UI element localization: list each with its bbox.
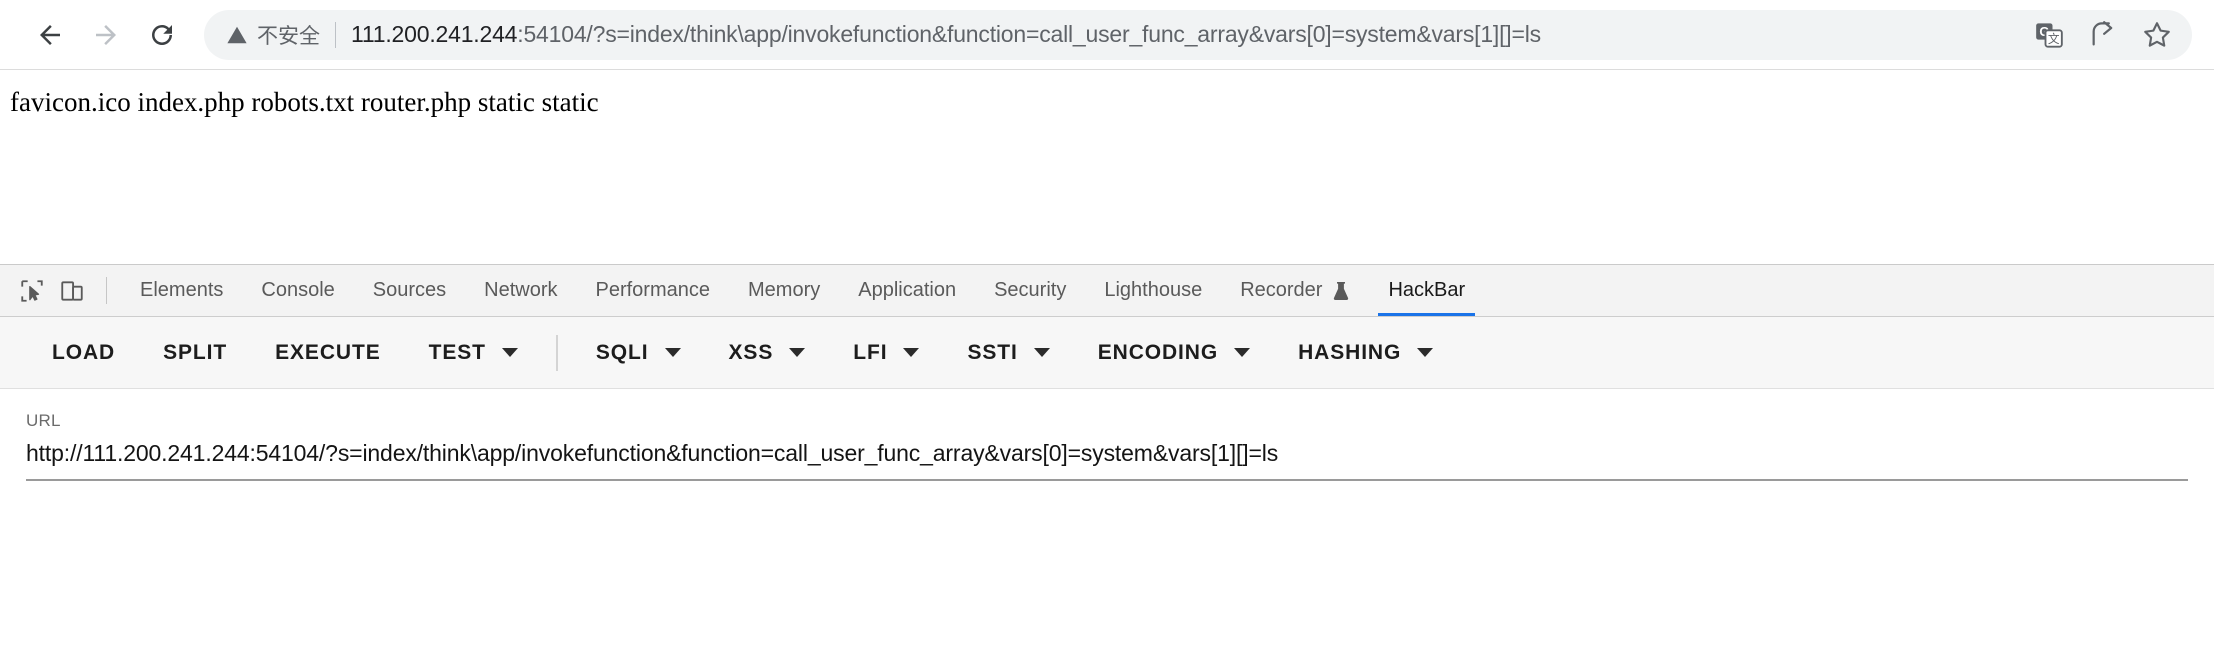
experimental-flask-icon: [1332, 281, 1350, 301]
hackbar-test-menu[interactable]: TEST: [405, 317, 542, 388]
tab-label: Recorder: [1240, 279, 1323, 301]
hackbar-panel: LOAD SPLIT EXECUTE TEST SQLI XSS LFI SST…: [0, 317, 2214, 650]
arrow-left-icon: [40, 24, 60, 45]
chevron-down-icon: [501, 348, 518, 357]
chevron-down-icon: [1033, 348, 1050, 357]
page-body-text: favicon.ico index.php robots.txt router.…: [10, 87, 599, 117]
hackbar-sqli-menu[interactable]: SQLI: [572, 317, 705, 388]
button-label: LOAD: [52, 340, 116, 364]
devtools-tabbar: Elements Console Sources Network Perform…: [0, 265, 2214, 317]
tab-label: Memory: [748, 279, 821, 301]
button-label: SQLI: [595, 340, 649, 364]
devtools-panel: Elements Console Sources Network Perform…: [0, 264, 2214, 650]
translate-icon[interactable]: G 文: [2026, 12, 2072, 58]
chevron-down-icon: [664, 348, 681, 357]
tab-lighthouse[interactable]: Lighthouse: [1085, 265, 1221, 316]
hackbar-split-button[interactable]: SPLIT: [139, 317, 251, 388]
tab-elements[interactable]: Elements: [121, 265, 242, 316]
tab-label: Console: [261, 279, 335, 301]
tab-security[interactable]: Security: [975, 265, 1085, 316]
url-input[interactable]: http://111.200.241.244:54104/?s=index/th…: [26, 440, 2188, 481]
tab-label: Sources: [372, 279, 447, 301]
tab-label: Security: [994, 279, 1067, 301]
button-label: SSTI: [967, 340, 1018, 364]
browser-toolbar: 不安全 111.200.241.244:54104/?s=index/think…: [0, 0, 2214, 70]
devtools-tabbar-divider: [106, 277, 107, 304]
inspect-element-icon[interactable]: [12, 265, 52, 316]
svg-text:文: 文: [2048, 32, 2060, 46]
omnibox-url-rest: :54104/?s=index/think\app/invokefunction…: [517, 21, 1541, 47]
tab-label: Lighthouse: [1104, 279, 1203, 301]
hackbar-toolbar: LOAD SPLIT EXECUTE TEST SQLI XSS LFI SST…: [0, 317, 2214, 389]
tab-label: Network: [484, 279, 558, 301]
button-label: LFI: [853, 340, 888, 364]
tab-hackbar[interactable]: HackBar: [1369, 265, 1484, 316]
button-label: TEST: [428, 340, 486, 364]
tab-label: HackBar: [1388, 279, 1466, 301]
omnibox-url-text[interactable]: 111.200.241.244:54104/?s=index/think\app…: [351, 21, 2018, 48]
omnibox-divider: [335, 21, 336, 48]
tab-performance[interactable]: Performance: [577, 265, 730, 316]
device-toolbar-icon[interactable]: [52, 265, 92, 316]
hackbar-lfi-menu[interactable]: LFI: [829, 317, 943, 388]
hackbar-body: URL http://111.200.241.244:54104/?s=inde…: [0, 389, 2214, 650]
security-label: 不安全: [257, 24, 320, 48]
chevron-down-icon: [1234, 348, 1251, 357]
tab-console[interactable]: Console: [242, 265, 353, 316]
hackbar-ssti-menu[interactable]: SSTI: [943, 317, 1073, 388]
bookmark-star-icon[interactable]: [2134, 12, 2180, 58]
warning-triangle-icon: [226, 24, 248, 46]
tab-label: Application: [858, 279, 957, 301]
hackbar-hashing-menu[interactable]: HASHING: [1274, 317, 1457, 388]
omnibox-url-host: 111.200.241.244: [351, 21, 518, 47]
security-indicator[interactable]: 不安全: [226, 20, 320, 50]
chevron-down-icon: [1417, 348, 1434, 357]
button-label: XSS: [728, 340, 774, 364]
share-icon[interactable]: [2080, 12, 2126, 58]
hackbar-encoding-menu[interactable]: ENCODING: [1074, 317, 1274, 388]
tab-label: Performance: [595, 279, 711, 301]
chevron-down-icon: [903, 348, 920, 357]
tab-network[interactable]: Network: [465, 265, 576, 316]
hackbar-load-button[interactable]: LOAD: [28, 317, 139, 388]
tab-memory[interactable]: Memory: [729, 265, 839, 316]
reload-button[interactable]: [134, 7, 190, 63]
back-button[interactable]: [22, 7, 78, 63]
button-label: EXECUTE: [275, 340, 381, 364]
tab-recorder[interactable]: Recorder: [1221, 265, 1369, 316]
tab-label: Elements: [140, 279, 224, 301]
button-label: ENCODING: [1097, 340, 1219, 364]
hackbar-xss-menu[interactable]: XSS: [705, 317, 830, 388]
tab-sources[interactable]: Sources: [354, 265, 465, 316]
chevron-down-icon: [789, 348, 806, 357]
arrow-right-icon: [96, 24, 116, 45]
forward-button[interactable]: [78, 7, 134, 63]
hackbar-toolbar-divider: [555, 334, 558, 371]
reload-icon: [152, 24, 172, 45]
button-label: SPLIT: [163, 340, 228, 364]
hackbar-execute-button[interactable]: EXECUTE: [251, 317, 405, 388]
tab-application[interactable]: Application: [839, 265, 975, 316]
button-label: HASHING: [1298, 340, 1402, 364]
omnibox-actions: G 文: [2018, 12, 2180, 58]
url-field-label: URL: [26, 411, 61, 430]
page-viewport: favicon.ico index.php robots.txt router.…: [0, 70, 2214, 264]
omnibox[interactable]: 不安全 111.200.241.244:54104/?s=index/think…: [204, 9, 2192, 60]
